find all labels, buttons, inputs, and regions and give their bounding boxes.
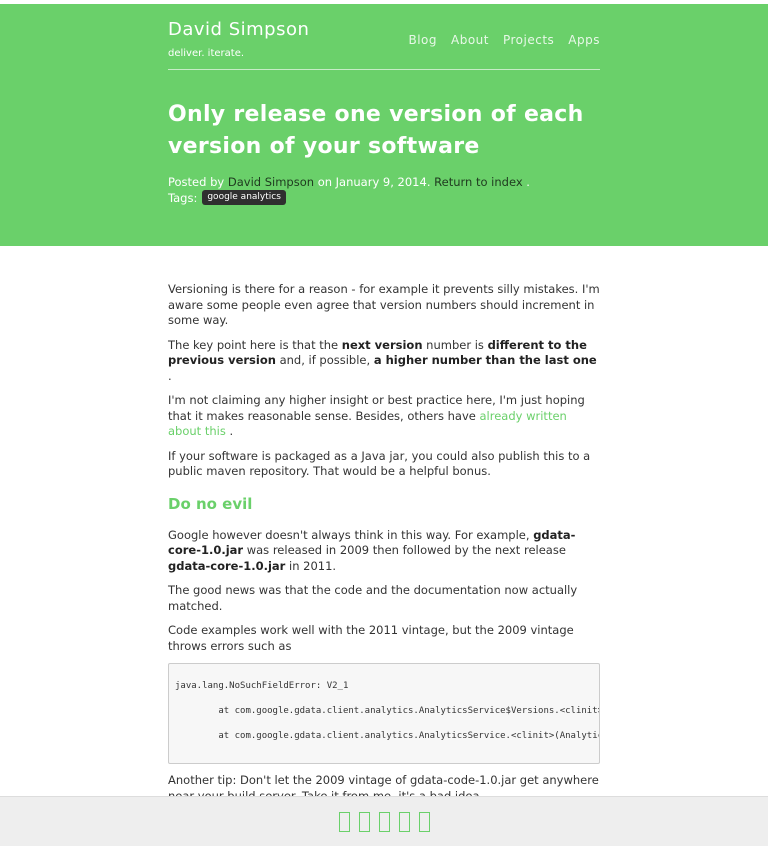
header-divider [168, 69, 600, 70]
paragraph-key-point: The key point here is that the next vers… [168, 338, 600, 385]
site-header: David Simpson deliver. iterate. Blog Abo… [0, 4, 768, 246]
text-run: in 2011. [285, 558, 337, 573]
site-footer [0, 796, 768, 846]
text-run: Google however doesn't always think in t… [168, 527, 534, 542]
paragraph-google: Google however doesn't always think in t… [168, 528, 600, 575]
meta-trailing: . [526, 175, 530, 189]
posted-by-label: Posted by [168, 175, 225, 189]
social-icon-4[interactable] [398, 811, 410, 832]
paragraph-good-news: The good news was that the code and the … [168, 583, 578, 613]
text-run: The key point here is that the [168, 337, 342, 352]
section-heading-do-no-evil: Do no evil [168, 494, 253, 513]
post-title: Only release one version of each version… [168, 102, 584, 159]
bold-next-version: next version [341, 337, 423, 352]
main-nav: Blog About Projects Apps [408, 33, 600, 47]
text-run: number is [422, 337, 488, 352]
paragraph-claim: I'm not claiming any higher insight or b… [168, 393, 600, 440]
post-tags: Tags: google analytics [168, 190, 600, 205]
social-icon-1[interactable] [338, 811, 350, 832]
nav-apps[interactable]: Apps [568, 33, 600, 47]
text-run: and, if possible, [275, 353, 374, 367]
bold-higher-number: a higher number than the last one [373, 353, 597, 367]
code-block-error: java.lang.NoSuchFieldError: V2_1 at com.… [168, 663, 600, 764]
bold-jar-2011: gdata-core-1.0.jar [168, 558, 286, 573]
social-icon-3[interactable] [378, 811, 390, 832]
social-icon-2[interactable] [358, 811, 370, 832]
paragraph-intro: Versioning is there for a reason - for e… [168, 282, 600, 327]
paragraph-code-examples: Code examples work well with the 2011 vi… [168, 623, 574, 653]
post-date: on January 9, 2014. [317, 175, 431, 189]
social-icon-5[interactable] [418, 811, 430, 832]
tag-google-analytics[interactable]: google analytics [202, 190, 286, 205]
nav-about[interactable]: About [451, 33, 489, 47]
post-meta: Posted by David Simpson on January 9, 20… [168, 175, 600, 189]
paragraph-maven: If your software is packaged as a Java j… [168, 448, 591, 479]
post-content: Versioning is there for a reason - for e… [168, 282, 600, 813]
text-run: was released in 2009 then followed by th… [243, 543, 566, 557]
site-tagline: deliver. iterate. [168, 48, 245, 59]
text-run: . [168, 368, 172, 383]
nav-projects[interactable]: Projects [503, 33, 554, 47]
author-link[interactable]: David Simpson [228, 175, 314, 189]
nav-blog[interactable]: Blog [408, 33, 437, 47]
text-run: . [225, 424, 234, 438]
return-to-index-link[interactable]: Return to index [434, 175, 522, 189]
tags-label: Tags: [168, 190, 198, 205]
